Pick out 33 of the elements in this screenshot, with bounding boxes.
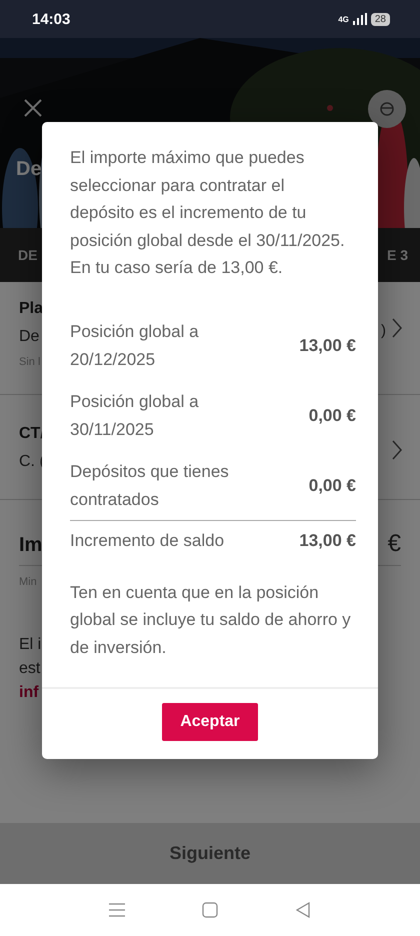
info-text: El i [19, 636, 42, 654]
row-label: Posición global a 20/12/2025 [70, 320, 200, 370]
accept-button[interactable]: Aceptar [162, 703, 258, 741]
step-tab[interactable]: E 3 [386, 247, 408, 263]
row-value: 0,00 € [308, 406, 356, 426]
row-label: Depósitos que tienes contratados [70, 460, 230, 510]
section-title: Im [19, 534, 42, 557]
home-icon[interactable] [202, 902, 218, 918]
network-label: 4G [338, 14, 349, 24]
chevron-icon [392, 318, 402, 338]
info-link[interactable]: inf [19, 684, 39, 702]
row-label: Posición global a 30/11/2025 [70, 390, 200, 440]
back-icon[interactable] [295, 902, 312, 918]
section-title: Pla [19, 300, 44, 318]
chevron-icon [392, 440, 402, 460]
next-button[interactable]: Siguiente [0, 823, 420, 884]
status-time: 14:03 [32, 10, 70, 28]
row-value: 0,00 € [308, 476, 356, 496]
step-tab[interactable]: DE [18, 247, 38, 263]
total-value: 13,00 € [299, 530, 356, 550]
row-value: 13,00 € [299, 336, 356, 356]
info-text: est [19, 660, 40, 678]
close-icon[interactable] [24, 99, 42, 117]
battery-level: 28 [370, 12, 390, 26]
total-label: Incremento de saldo [70, 530, 224, 552]
dialog-message: El importe máximo que puedes seleccionar para contratar el depósito es el incremento de tu posición global desde el 30/11/2025. En tu caso sería de 13,00 €. [70, 147, 346, 279]
dialog-note: Ten en cuenta que en la posición global se incluye tu saldo de ahorro y de inversión. [70, 582, 352, 658]
signal-icon [352, 13, 367, 25]
menu-icon[interactable] [108, 903, 125, 917]
page-title: De [16, 158, 42, 181]
currency-symbol: € [388, 530, 401, 558]
interest-rate: ) [381, 322, 386, 339]
product-name: De [19, 328, 40, 346]
